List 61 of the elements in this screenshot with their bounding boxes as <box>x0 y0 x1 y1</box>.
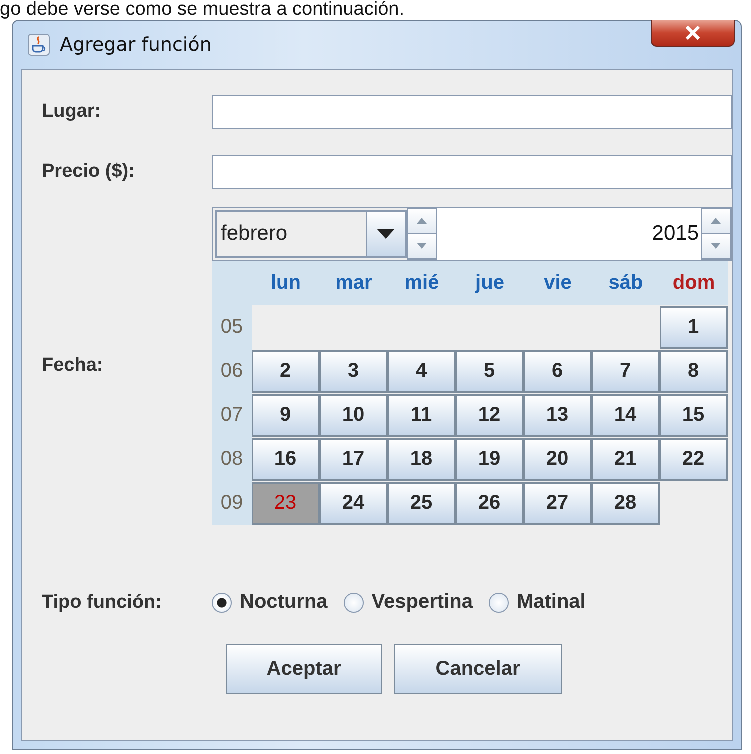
radio-label[interactable]: Vespertina <box>372 591 473 614</box>
day-button[interactable]: 12 <box>456 394 524 437</box>
day-button[interactable]: 8 <box>660 350 728 393</box>
day-button[interactable]: 4 <box>388 350 456 393</box>
day-button[interactable]: 14 <box>592 394 660 437</box>
weekday-header: mié <box>404 272 440 294</box>
day-button[interactable]: 9 <box>252 394 320 437</box>
radio-label[interactable]: Nocturna <box>240 591 328 614</box>
radio-label[interactable]: Matinal <box>516 591 586 614</box>
dialog-button[interactable]: Aceptar <box>226 644 382 694</box>
day-button[interactable]: 11 <box>388 394 456 437</box>
input-field[interactable] <box>212 95 732 129</box>
day-button[interactable]: 2 <box>252 350 320 393</box>
radio-button[interactable] <box>212 592 232 612</box>
day-button[interactable]: 17 <box>320 438 388 481</box>
day-button[interactable]: 13 <box>524 394 592 437</box>
window-title: Agregar función <box>60 34 212 56</box>
day-button[interactable]: 22 <box>660 438 728 481</box>
field-label: Fecha: <box>42 355 104 377</box>
weekday-header: lun <box>270 272 302 294</box>
day-button[interactable]: 21 <box>592 438 660 481</box>
weekday-header: mar <box>334 272 374 294</box>
radio-option[interactable]: Vespertina <box>344 591 473 614</box>
radio-option[interactable]: Matinal <box>488 591 586 614</box>
weekday-header: jue <box>474 272 506 294</box>
week-number: 05 <box>212 305 252 349</box>
day-button[interactable]: 24 <box>320 482 388 525</box>
radio-button[interactable] <box>488 592 509 612</box>
weekday-header: sáb <box>608 272 644 294</box>
weekday-header: dom <box>672 272 716 294</box>
day-button[interactable]: 20 <box>524 438 592 481</box>
input-field[interactable] <box>212 155 732 189</box>
dialog-button[interactable]: Cancelar <box>394 644 562 694</box>
java-cup-icon <box>28 34 50 56</box>
day-button[interactable]: 15 <box>660 394 728 437</box>
field-label: Tipo función: <box>42 592 163 614</box>
weekday-header: vie <box>543 272 573 294</box>
day-button[interactable]: 10 <box>320 394 388 437</box>
day-button[interactable]: 5 <box>456 350 524 393</box>
day-button[interactable]: 18 <box>388 438 456 481</box>
week-number: 09 <box>212 481 252 525</box>
day-button[interactable]: 16 <box>252 438 320 481</box>
day-button[interactable]: 3 <box>320 350 388 393</box>
week-number: 06 <box>212 349 252 393</box>
week-number: 07 <box>212 393 252 437</box>
caption-text: go debe verse como se muestra a continuación. <box>0 0 406 20</box>
radio-button[interactable] <box>344 592 364 612</box>
day-button[interactable]: 28 <box>592 482 660 525</box>
day-button[interactable]: 26 <box>456 482 524 525</box>
day-button[interactable]: 1 <box>660 306 728 349</box>
week-number: 08 <box>212 437 252 481</box>
field-label: Precio ($): <box>42 161 136 183</box>
day-button[interactable]: 6 <box>524 350 592 393</box>
close-icon <box>685 26 701 40</box>
day-button[interactable]: 25 <box>388 482 456 525</box>
day-button[interactable]: 19 <box>456 438 524 481</box>
day-button[interactable]: 27 <box>524 482 592 525</box>
close-button[interactable] <box>651 20 735 47</box>
day-button[interactable]: 7 <box>592 350 660 393</box>
radio-option[interactable]: Nocturna <box>212 591 328 614</box>
field-label: Lugar: <box>42 101 102 123</box>
